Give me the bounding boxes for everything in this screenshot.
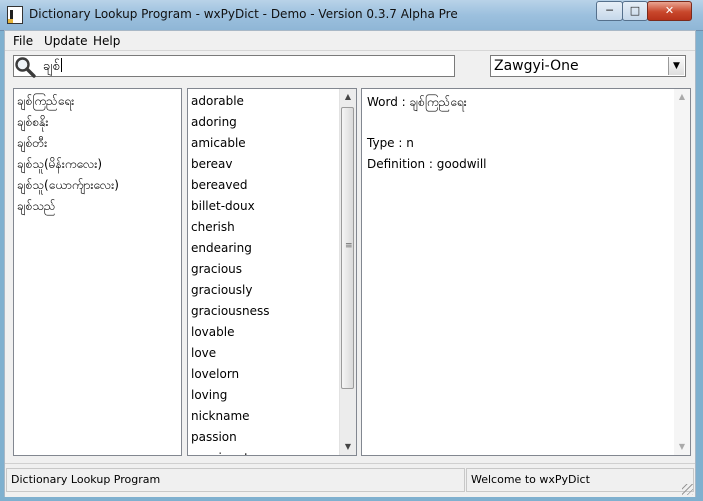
definition-panel[interactable]: Word : ချစ်ကြည်ရေး Type : n Definition :… <box>361 88 691 456</box>
status-bar: Dictionary Lookup Program Welcome to wxP… <box>5 463 695 497</box>
grip-icon: ≡ <box>345 241 353 251</box>
myanmar-words-list[interactable]: ချစ်ကြည်ရေး ချစ်စနိုး ချစ်တီး ချစ်သူ(မိန… <box>13 88 182 456</box>
list-item[interactable]: billet-doux <box>188 196 340 217</box>
list-item[interactable]: amicable <box>188 133 340 154</box>
title-bar[interactable]: Dictionary Lookup Program - wxPyDict - D… <box>0 0 703 31</box>
scroll-up-icon[interactable]: ▲ <box>340 89 356 105</box>
english-list-viewport: adorable adoring amicable bereav bereave… <box>188 91 340 455</box>
magnifier-icon <box>15 57 36 78</box>
detail-type: Type : n <box>367 136 414 150</box>
list-item[interactable]: ချစ်စနိုး <box>14 112 181 133</box>
list-item[interactable]: ချစ်သူ(ယောက်ျားလေး) <box>14 175 181 196</box>
scroll-down-icon[interactable]: ▼ <box>674 439 690 455</box>
dropdown-arrow-icon[interactable]: ▼ <box>668 57 684 75</box>
menu-file[interactable]: File <box>13 34 33 48</box>
scroll-down-icon[interactable]: ▼ <box>340 439 356 455</box>
close-button[interactable]: ✕ <box>647 1 692 21</box>
scroll-up-icon[interactable]: ▲ <box>674 89 690 105</box>
maximize-button[interactable]: □ <box>622 1 648 21</box>
list-item[interactable]: adorable <box>188 91 340 112</box>
list-item[interactable]: lovelorn <box>188 364 340 385</box>
list-item[interactable]: graciousness <box>188 301 340 322</box>
list-item[interactable]: passionate <box>188 448 340 455</box>
search-input[interactable]: ချစ် <box>13 55 455 77</box>
list-item[interactable]: ချစ်သူ(မိန်းကလေး) <box>14 154 181 175</box>
list-item[interactable]: love <box>188 343 340 364</box>
font-select[interactable]: Zawgyi-One ▼ <box>490 55 686 77</box>
detail-definition: Definition : goodwill <box>367 157 487 171</box>
list-item[interactable]: lovable <box>188 322 340 343</box>
list-item[interactable]: loving <box>188 385 340 406</box>
list-item[interactable]: bereav <box>188 154 340 175</box>
list-item[interactable]: nickname <box>188 406 340 427</box>
menu-help[interactable]: Help <box>93 34 120 48</box>
list-item[interactable]: ချစ်တီး <box>14 133 181 154</box>
definition-scrollbar[interactable]: ▲ ▼ <box>674 89 690 455</box>
list-item[interactable]: passion <box>188 427 340 448</box>
english-words-list[interactable]: adorable adoring amicable bereav bereave… <box>187 88 357 456</box>
list-item[interactable]: endearing <box>188 238 340 259</box>
menu-bar: File Update Help <box>5 31 695 51</box>
app-icon[interactable] <box>7 6 23 24</box>
detail-word: Word : ချစ်ကြည်ရေး <box>367 95 467 109</box>
font-select-value: Zawgyi-One <box>494 58 579 74</box>
window-title: Dictionary Lookup Program - wxPyDict - D… <box>29 7 458 21</box>
scrollbar-thumb[interactable]: ≡ <box>341 107 354 389</box>
list-item[interactable]: adoring <box>188 112 340 133</box>
list-item[interactable]: graciously <box>188 280 340 301</box>
menu-update[interactable]: Update <box>44 34 87 48</box>
list-item[interactable]: ချစ်သည် <box>14 196 181 217</box>
status-text-right: Welcome to wxPyDict <box>466 468 694 492</box>
english-list-scrollbar[interactable]: ▲ ≡ ▼ <box>339 89 356 455</box>
search-input-text: ချစ် <box>43 59 60 74</box>
status-text-left: Dictionary Lookup Program <box>6 468 465 492</box>
text-caret <box>60 58 62 72</box>
list-item[interactable]: cherish <box>188 217 340 238</box>
list-item[interactable]: bereaved <box>188 175 340 196</box>
main-window: File Update Help ချစ် Zawgyi-One ▼ ချစ်က… <box>4 30 696 497</box>
minimize-button[interactable]: ─ <box>596 1 623 21</box>
list-item[interactable]: gracious <box>188 259 340 280</box>
list-item[interactable]: ချစ်ကြည်ရေး <box>14 91 181 112</box>
resize-grip-icon[interactable] <box>682 484 693 495</box>
